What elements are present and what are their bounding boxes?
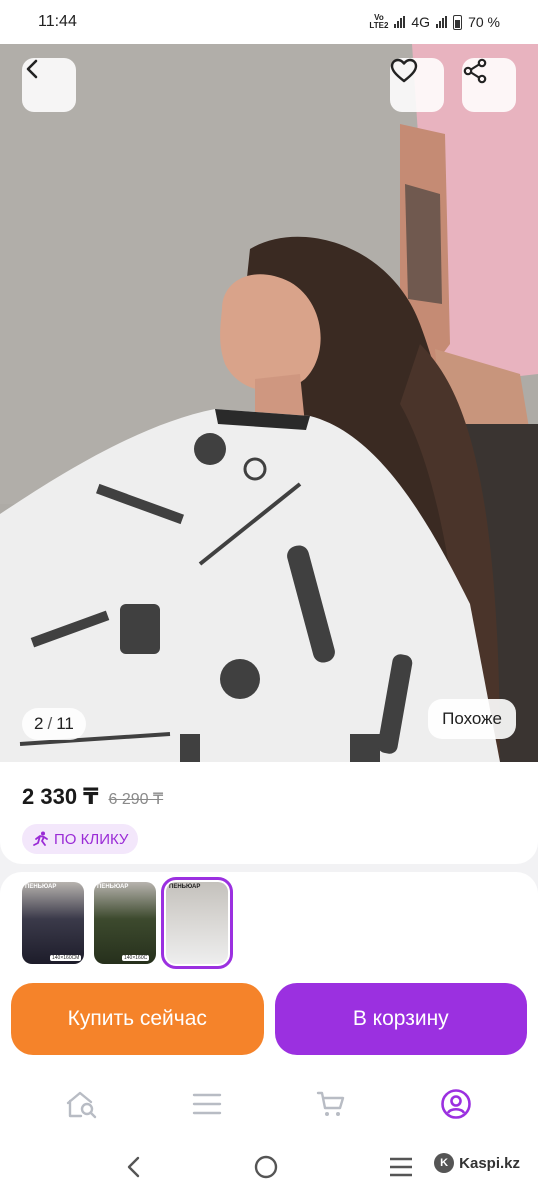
thumbnail-title: ПЕНЬЮАР (169, 884, 201, 890)
bottom-tab-bar (0, 1070, 538, 1138)
buy-now-button[interactable]: Купить сейчас (11, 983, 264, 1055)
nav-recents-icon (389, 1157, 412, 1176)
chevron-left-icon (26, 59, 38, 79)
profile-icon (440, 1089, 471, 1119)
nav-home-icon (254, 1155, 278, 1178)
tab-menu[interactable] (182, 1079, 232, 1129)
add-to-cart-button[interactable]: В корзину (274, 983, 527, 1055)
thumbnail-3[interactable]: ПЕНЬЮАР (161, 877, 233, 969)
thumbnail-title: ПЕНЬЮАР (97, 884, 129, 890)
status-time: 11:44 (38, 13, 77, 30)
favorite-button[interactable] (390, 58, 444, 112)
product-screen: 11:44 Vo LTE2 4G 70 % 2 / 11 Похоже 2 33… (0, 0, 538, 1200)
thumbnail-title: ПЕНЬЮАР (25, 884, 57, 890)
status-bar: 11:44 Vo LTE2 4G 70 % (0, 0, 538, 44)
old-price: 6 290 ₸ (108, 791, 164, 808)
image-counter-total: 11 (56, 714, 74, 733)
watermark-text: Kaspi.kz (459, 1154, 520, 1172)
kaspi-watermark: K Kaspi.kz (434, 1153, 520, 1173)
tab-profile[interactable] (431, 1079, 481, 1129)
heart-icon (390, 58, 418, 83)
product-photo[interactable]: 2 / 11 Похоже (0, 44, 538, 762)
network-type: 4G (411, 14, 431, 30)
volte-icon: Vo LTE2 (369, 13, 389, 30)
promo-label: ПО КЛИКУ (54, 830, 129, 848)
kaspi-logo-icon: K (434, 1153, 455, 1173)
current-price: 2 330 ₸ (22, 784, 99, 809)
price-row: 2 330 ₸ 6 290 ₸ (22, 784, 516, 810)
thumbnail-1[interactable]: ПЕНЬЮАР 140×160СМ (22, 882, 84, 964)
thumbnail-size: 140×160С (122, 955, 150, 961)
thumbnails-strip: ПЕНЬЮАР 140×160СМ ПЕНЬЮАР 140×160С ПЕНЬЮ… (0, 872, 538, 982)
image-counter-separator: / (47, 714, 53, 733)
promo-badge: ПО КЛИКУ (22, 824, 139, 854)
running-man-icon (33, 831, 48, 846)
similar-button[interactable]: Похоже (428, 699, 516, 739)
system-recents-button[interactable] (388, 1156, 414, 1183)
status-indicators: Vo LTE2 4G 70 % (369, 13, 500, 31)
thumbnail-size: 140×160СМ (50, 955, 82, 961)
share-icon (463, 58, 487, 84)
tab-home[interactable] (57, 1079, 107, 1129)
home-search-icon (67, 1091, 97, 1119)
action-bar: Купить сейчас В корзину (0, 970, 538, 1070)
tab-cart[interactable] (306, 1079, 356, 1129)
signal-icon-1 (394, 16, 406, 28)
battery-level: 70 % (468, 14, 500, 30)
product-photo-illustration (0, 44, 538, 762)
nav-back-icon (128, 1156, 140, 1177)
menu-list-icon (192, 1093, 221, 1115)
cart-icon (317, 1091, 345, 1116)
image-counter: 2 / 11 (22, 708, 86, 740)
price-card: 2 330 ₸ 6 290 ₸ ПО КЛИКУ (0, 762, 538, 864)
back-button[interactable] (22, 58, 76, 112)
system-home-button[interactable] (253, 1154, 279, 1185)
battery-icon (453, 14, 463, 30)
thumbnail-2[interactable]: ПЕНЬЮАР 140×160С (94, 882, 156, 964)
share-button[interactable] (462, 58, 516, 112)
signal-icon-2 (436, 16, 448, 28)
system-back-button[interactable] (124, 1155, 144, 1184)
image-counter-current: 2 (34, 714, 44, 733)
